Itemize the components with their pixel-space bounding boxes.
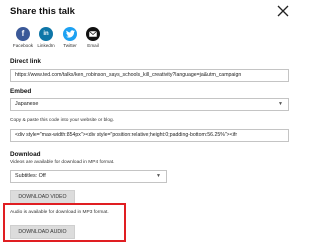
share-email-button[interactable]: Email — [78, 27, 108, 48]
embed-label: Embed — [10, 88, 32, 95]
subtitles-select[interactable]: Subtitles: Off ▼ — [10, 170, 167, 183]
chevron-down-icon: ▼ — [278, 101, 283, 107]
email-icon — [86, 27, 100, 41]
chevron-down-icon: ▼ — [156, 173, 161, 179]
download-label: Download — [10, 151, 41, 158]
share-label: Email — [87, 43, 99, 48]
download-video-button[interactable]: DOWNLOAD VIDEO — [10, 190, 75, 204]
facebook-icon: f — [16, 27, 30, 41]
embed-language-select[interactable]: Japanese ▼ — [10, 98, 289, 111]
download-audio-hint: Audio is available for download in MP3 f… — [10, 210, 109, 215]
linkedin-icon: in — [39, 27, 53, 41]
twitter-icon — [63, 27, 77, 41]
download-video-hint: Videos are available for download in MP4… — [10, 160, 115, 165]
embed-hint: Copy & paste this code into your website… — [10, 118, 114, 123]
close-icon[interactable] — [277, 5, 289, 17]
direct-link-field[interactable]: https://www.ted.com/talks/ken_robinson_s… — [10, 69, 289, 82]
dialog-title: Share this talk — [10, 6, 75, 17]
download-audio-button[interactable]: DOWNLOAD AUDIO — [10, 225, 75, 239]
direct-link-label: Direct link — [10, 58, 41, 65]
embed-language-value: Japanese — [15, 101, 39, 107]
embed-code-field[interactable]: <div style="max-width:854px"><div style=… — [10, 129, 289, 142]
subtitles-value: Subtitles: Off — [15, 173, 46, 179]
